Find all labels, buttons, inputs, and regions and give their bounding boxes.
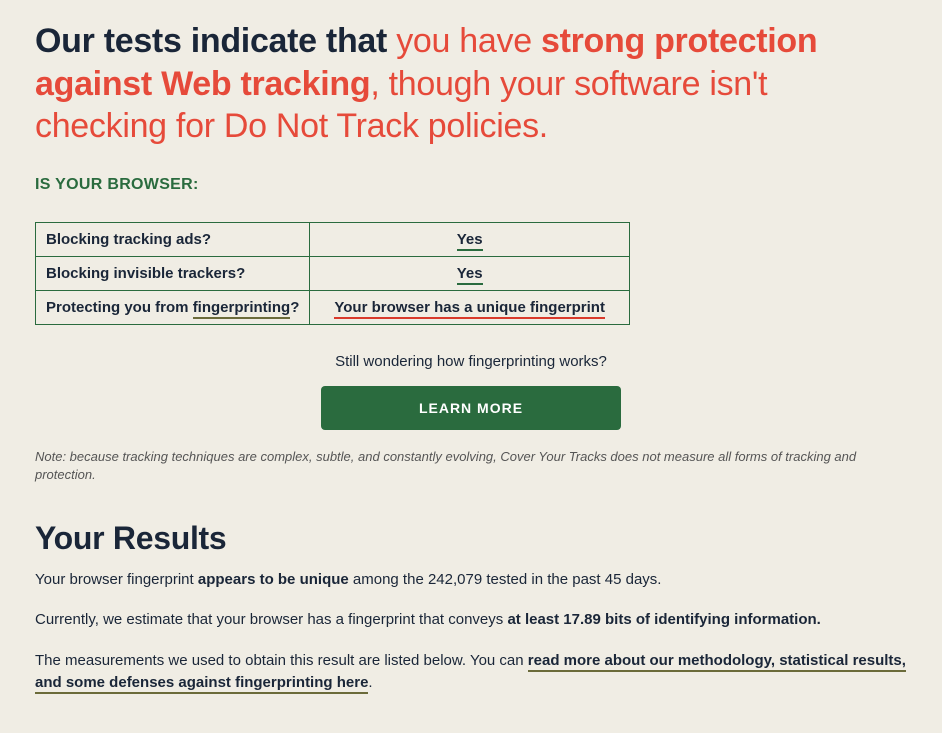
results-paragraph-3: The measurements we used to obtain this … xyxy=(35,650,907,695)
fingerprinting-link[interactable]: fingerprinting xyxy=(193,299,291,319)
learn-more-button[interactable]: LEARN MORE xyxy=(321,386,621,430)
headline: Our tests indicate that you have strong … xyxy=(35,20,907,148)
wondering-text: Still wondering how fingerprinting works… xyxy=(35,353,907,370)
learn-more-block: Still wondering how fingerprinting works… xyxy=(35,353,907,430)
answer-unique-fingerprint: Your browser has a unique fingerprint xyxy=(334,299,605,319)
appears-unique: appears to be unique xyxy=(198,571,349,588)
answer-cell: Yes xyxy=(310,222,630,256)
headline-mid: you have xyxy=(396,22,541,60)
question-cell: Blocking tracking ads? xyxy=(36,222,310,256)
bits-of-info: at least 17.89 bits of identifying infor… xyxy=(507,611,820,628)
answer-yes: Yes xyxy=(457,231,483,251)
results-paragraph-2: Currently, we estimate that your browser… xyxy=(35,609,907,632)
answer-cell: Yes xyxy=(310,256,630,290)
table-row: Blocking tracking ads? Yes xyxy=(36,222,630,256)
question-cell: Blocking invisible trackers? xyxy=(36,256,310,290)
table-row: Protecting you from fingerprinting? Your… xyxy=(36,290,630,324)
question-cell: Protecting you from fingerprinting? xyxy=(36,290,310,324)
note-text: Note: because tracking techniques are co… xyxy=(35,448,907,484)
table-row: Blocking invisible trackers? Yes xyxy=(36,256,630,290)
headline-lead: Our tests indicate that xyxy=(35,22,396,60)
answer-yes: Yes xyxy=(457,265,483,285)
subhead-is-your-browser: IS YOUR BROWSER: xyxy=(35,176,907,194)
answer-cell: Your browser has a unique fingerprint xyxy=(310,290,630,324)
your-results-heading: Your Results xyxy=(35,520,907,557)
results-paragraph-1: Your browser fingerprint appears to be u… xyxy=(35,569,907,592)
results-table: Blocking tracking ads? Yes Blocking invi… xyxy=(35,222,630,325)
